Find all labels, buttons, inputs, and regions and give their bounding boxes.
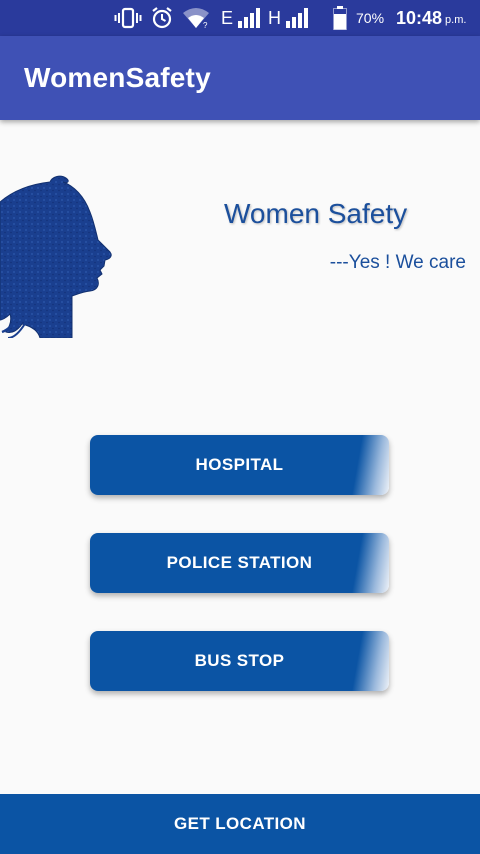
get-location-button[interactable]: GET LOCATION [0,794,480,854]
clock-time: 10:48 [396,7,443,28]
network-e-label: E [221,7,234,28]
get-location-button-label: GET LOCATION [174,814,306,833]
bus-stop-button[interactable]: BUS STOP [90,631,389,691]
hero-tagline: ---Yes ! We care [329,252,466,273]
app-title: WomenSafety [24,62,211,93]
signal-icon [286,0,312,36]
alarm-icon [150,0,174,36]
network-h-label: H [268,7,281,28]
woman-silhouette-icon [0,174,120,343]
battery-percent: 70% [356,0,384,36]
battery-percent-label: 70% [356,10,385,26]
signal-icon [238,0,262,36]
svg-text:?: ? [203,21,208,29]
app-screen: ? E H 70% 10:48 p.m. WomenSafety Women S… [0,0,480,854]
hospital-button-label: HOSPITAL [195,455,284,474]
wifi-icon: ? [182,0,210,36]
police-station-button[interactable]: POLICE STATION [90,533,389,593]
app-bar: WomenSafety [0,36,480,120]
bus-stop-button-label: BUS STOP [194,651,285,670]
hero-title: Women Safety [224,198,408,229]
clock: 10:48 p.m. [396,0,466,36]
network-e-indicator: E [221,0,233,36]
battery-icon [333,0,347,36]
network-h-indicator: H [268,0,281,36]
status-bar: ? E H 70% 10:48 p.m. [0,0,480,36]
vibrate-icon [114,0,142,36]
police-station-button-label: POLICE STATION [166,553,313,572]
clock-suffix: p.m. [445,14,467,26]
hospital-button[interactable]: HOSPITAL [90,435,389,495]
